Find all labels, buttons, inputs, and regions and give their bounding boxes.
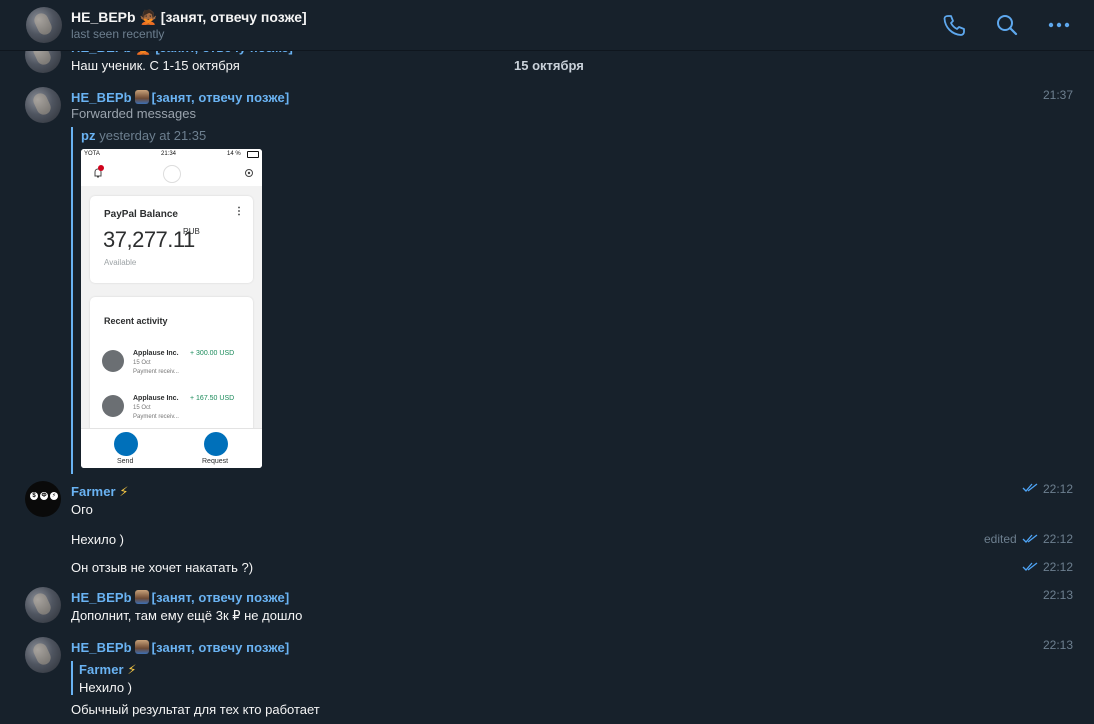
forwarded-image[interactable]: YOTA 21:34 14 % PayPal Balance ⋮ 37,277.…: [81, 149, 262, 468]
phone-time: 21:34: [161, 151, 177, 157]
sender-tag: [занят, отвечу позже]: [151, 90, 290, 105]
activity-date: 15 Oct: [133, 360, 151, 366]
balance-currency: RUB: [183, 227, 200, 236]
send-label: Send: [117, 458, 134, 465]
balance-card: PayPal Balance ⋮ 37,277.11 RUB Available: [90, 196, 253, 283]
message-time: 22:12: [1043, 532, 1074, 546]
forward-header: pz yesterday at 21:35: [81, 128, 206, 143]
message-time: 22:12: [1043, 560, 1074, 574]
sender-name[interactable]: Farmer ⚡: [71, 484, 129, 500]
chat-avatar[interactable]: [26, 7, 62, 43]
person-gesturing-no-icon: [134, 590, 149, 604]
message-text: Нехило ): [71, 532, 124, 547]
send-money-icon: [114, 432, 138, 456]
double-check-icon: [1022, 532, 1038, 547]
double-check-icon: [1022, 481, 1038, 496]
activity-amount: + 167.50 USD: [190, 395, 235, 402]
message-text: Ого: [71, 502, 93, 517]
settings-icon: [245, 169, 253, 177]
recent-activity-title: Recent activity: [104, 316, 168, 326]
sender-name-text: HE_BEPb: [71, 640, 132, 655]
activity-name: Applause Inc.: [133, 350, 179, 357]
activity-amount: + 300.00 USD: [190, 350, 235, 357]
sender-tag: [занят, отвечу позже]: [151, 640, 290, 655]
forward-from[interactable]: pz: [81, 128, 96, 143]
notification-badge: [98, 165, 104, 171]
balance-note: Available: [104, 258, 137, 267]
balance-title: PayPal Balance: [104, 209, 178, 220]
activity-desc: Payment receiv...: [133, 369, 179, 375]
message-text: Дополнит, там ему ещё 3к ₽ не дошло: [71, 608, 303, 623]
message-text: Обычный результат для тех кто работает: [71, 702, 320, 717]
phone-status-bar: YOTA 21:34 14 %: [81, 149, 262, 160]
sender-name[interactable]: HE_BEPb [занят, отвечу позже]: [71, 590, 289, 605]
message-time: 22:13: [1043, 638, 1074, 652]
person-gesturing-no-icon: [134, 640, 149, 654]
sender-avatar[interactable]: [25, 587, 61, 623]
phone-app-header: [81, 160, 262, 186]
sender-tag: [занят, отвечу позже]: [151, 590, 290, 605]
chat-header: HE_BEPb 🙅🏾 [занят, отвечу позже] last se…: [0, 0, 1094, 51]
message-time: 22:12: [1043, 482, 1074, 496]
sender-name-text: Farmer: [71, 484, 116, 499]
chat-title[interactable]: HE_BEPb 🙅🏾 [занят, отвечу позже]: [71, 9, 307, 26]
sender-name-text: HE_BEPb: [71, 90, 132, 105]
paypal-logo-icon: [163, 165, 181, 183]
activity-date: 15 Oct: [133, 405, 151, 411]
carrier-label: YOTA: [84, 151, 100, 157]
forward-time: yesterday at 21:35: [99, 128, 207, 143]
message-time: 22:13: [1043, 588, 1074, 602]
date-badge: 15 октября: [514, 58, 584, 73]
message-text: Наш ученик. С 1-15 октября: [71, 58, 240, 73]
message-time: 21:37: [1043, 88, 1074, 102]
activity-name: Applause Inc.: [133, 395, 179, 402]
activity-desc: Payment receiv...: [133, 414, 179, 420]
message-text: Он отзыв не хочет накатать ?): [71, 560, 254, 575]
activity-avatar: [102, 395, 124, 417]
activity-avatar: [102, 350, 124, 372]
battery-icon: [247, 151, 259, 158]
forward-bar: [71, 127, 73, 474]
balance-amount: 37,277.11: [103, 227, 195, 252]
reply-bar: [71, 661, 73, 695]
sender-avatar[interactable]: [25, 87, 61, 123]
request-money-icon: [204, 432, 228, 456]
edited-label: edited: [984, 532, 1017, 546]
balance-menu-icon: ⋮: [234, 206, 244, 217]
person-gesturing-no-icon: [134, 90, 149, 104]
more-icon[interactable]: [1045, 11, 1073, 39]
double-check-icon: [1022, 560, 1038, 575]
chat-status: last seen recently: [71, 27, 165, 41]
lightning-icon: ⚡: [127, 662, 137, 677]
forwarded-label: Forwarded messages: [71, 106, 196, 121]
phone-tab-bar: Send Request: [81, 428, 262, 468]
farmer-logo: $ Ф ⚡: [30, 492, 58, 500]
chat-area: HE_BEPb 🙅🏾 [занят, отвечу позже] last se…: [0, 0, 1094, 724]
sender-avatar[interactable]: [25, 637, 61, 673]
battery-label: 14 %: [227, 151, 241, 157]
sender-name-text: HE_BEPb: [71, 590, 132, 605]
request-label: Request: [202, 458, 229, 465]
sender-name[interactable]: HE_BEPb [занят, отвечу позже]: [71, 640, 289, 655]
reply-text: Нехило ): [79, 680, 132, 695]
reply-name-text: Farmer: [79, 662, 124, 677]
sender-name[interactable]: HE_BEPb [занят, отвечу позже]: [71, 90, 289, 105]
activity-card: Recent activity Applause Inc. + 300.00 U…: [90, 297, 253, 437]
farmer-avatar[interactable]: $ Ф ⚡: [25, 481, 61, 517]
lightning-icon: ⚡: [119, 484, 129, 499]
search-icon[interactable]: [993, 11, 1021, 39]
reply-name[interactable]: Farmer ⚡: [79, 662, 137, 678]
phone-icon[interactable]: [940, 11, 968, 39]
